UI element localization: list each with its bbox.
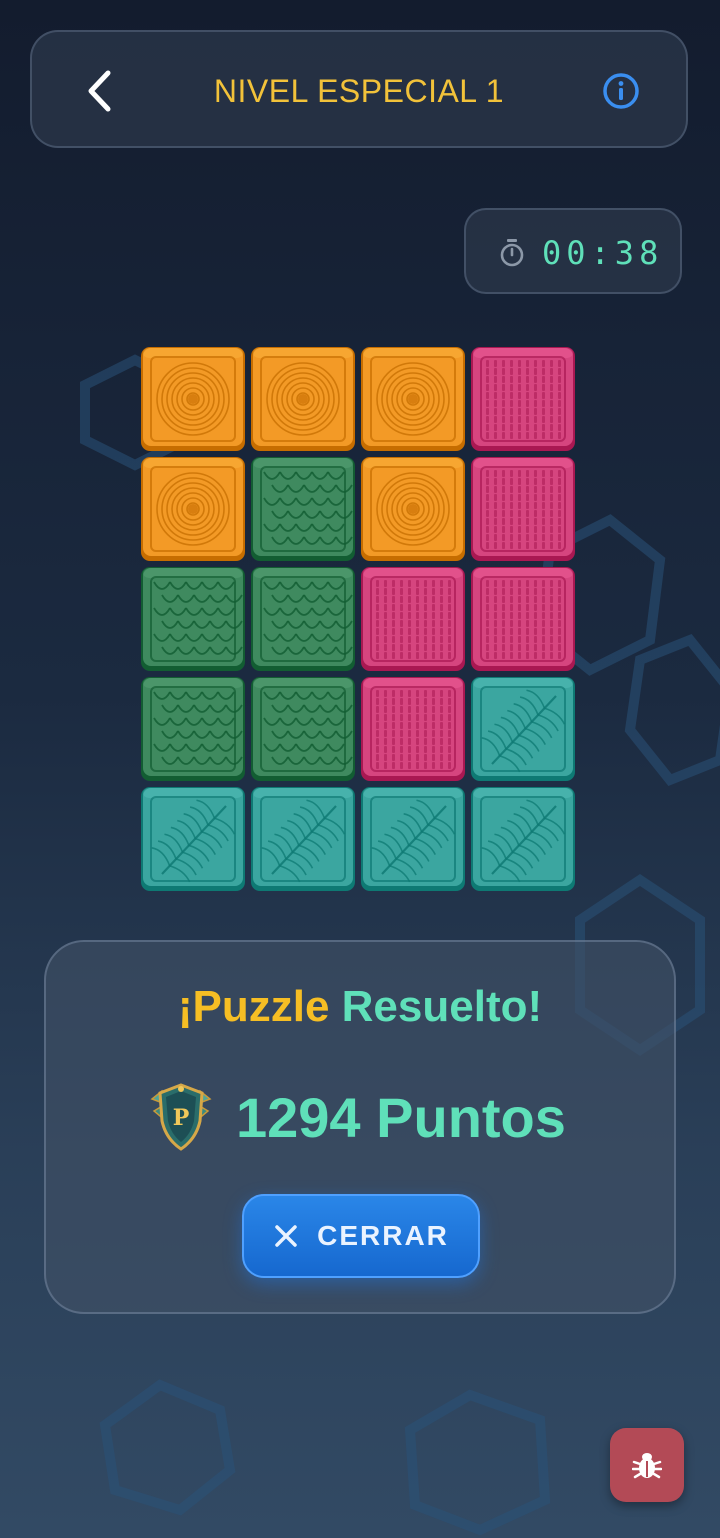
result-panel: ¡Puzzle Resuelto! P 1294 Puntos CERRAR [44,940,676,1314]
green-tile-graphic [141,567,245,671]
puzzle-tile-pink[interactable] [470,346,576,452]
timer-value: 00:38 [542,234,664,272]
puzzle-tile-green[interactable] [250,566,356,672]
svg-text:P: P [173,1105,190,1131]
green-tile-graphic [251,677,355,781]
orange-tile-graphic [251,347,355,451]
result-title-part1: ¡Puzzle [177,982,330,1031]
pink-tile-graphic [471,567,575,671]
puzzle-tile-teal[interactable] [470,676,576,782]
bug-icon [632,1453,662,1479]
back-button[interactable] [78,64,126,118]
close-button-label: CERRAR [317,1220,449,1251]
close-button[interactable]: CERRAR [242,1194,480,1278]
teal-tile-graphic [251,787,355,891]
puzzle-tile-pink[interactable] [470,456,576,562]
level-title: NIVEL ESPECIAL 1 [213,73,505,109]
puzzle-tile-green[interactable] [250,676,356,782]
green-tile-graphic [141,677,245,781]
orange-tile-graphic [141,457,245,561]
timer-display: 00:38 [464,208,682,294]
result-title-part2: Resuelto! [341,982,543,1031]
info-button[interactable] [602,72,640,110]
teal-tile-graphic [471,787,575,891]
pink-tile-graphic [361,567,465,671]
puzzle-tile-orange[interactable] [140,346,246,452]
orange-tile-graphic [361,457,465,561]
puzzle-tile-teal[interactable] [140,786,246,892]
result-title: ¡Puzzle Resuelto! [46,982,674,1032]
green-tile-graphic [251,567,355,671]
pink-tile-graphic [471,457,575,561]
puzzle-tile-teal[interactable] [250,786,356,892]
stopwatch-icon [500,239,524,267]
score-text: 1294 Puntos [236,1085,566,1149]
puzzle-tile-orange[interactable] [140,456,246,562]
puzzle-tile-pink[interactable] [470,566,576,672]
puzzle-tile-orange[interactable] [360,456,466,562]
chevron-left-icon [88,70,111,112]
info-circle-icon [603,73,639,109]
green-tile-graphic [251,457,355,561]
puzzle-tile-green[interactable] [250,456,356,562]
puzzle-tile-pink[interactable] [360,676,466,782]
p-shield-badge-icon: P [150,1083,212,1151]
puzzle-tile-teal[interactable] [470,786,576,892]
score-row: P 1294 Puntos [148,1072,566,1162]
puzzle-tile-green[interactable] [140,566,246,672]
puzzle-tile-orange[interactable] [250,346,356,452]
top-bar: NIVEL ESPECIAL 1 [30,30,688,148]
puzzle-tile-orange[interactable] [360,346,466,452]
pink-tile-graphic [361,677,465,781]
teal-tile-graphic [141,787,245,891]
orange-tile-graphic [361,347,465,451]
teal-tile-graphic [471,677,575,781]
pink-tile-graphic [471,347,575,451]
puzzle-board [140,346,580,893]
debug-button[interactable] [610,1428,684,1502]
puzzle-tile-teal[interactable] [360,786,466,892]
orange-tile-graphic [141,347,245,451]
puzzle-tile-green[interactable] [140,676,246,782]
close-x-icon [275,1225,297,1247]
teal-tile-graphic [361,787,465,891]
puzzle-tile-pink[interactable] [360,566,466,672]
